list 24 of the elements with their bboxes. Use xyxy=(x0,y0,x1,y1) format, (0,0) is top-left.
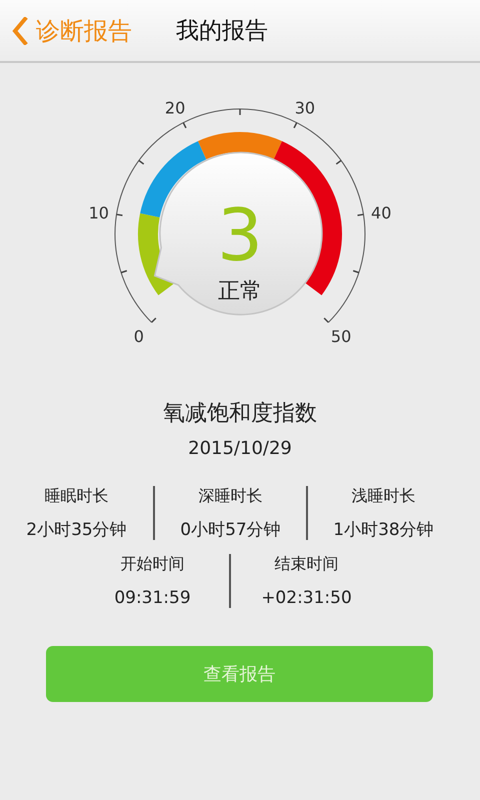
stat-value: 09:31:59 xyxy=(114,588,191,608)
gauge-status: 正常 xyxy=(218,279,262,304)
gauge-value: 3 xyxy=(217,193,263,277)
stat-label: 开始时间 xyxy=(120,554,184,574)
stat-value: +02:31:50 xyxy=(261,588,352,608)
stat-value: 1小时38分钟 xyxy=(333,520,434,540)
scale-label: 10 xyxy=(88,204,109,223)
page-title: 我的报告 xyxy=(176,17,268,46)
stat-value: 0小时57分钟 xyxy=(180,520,281,540)
scale-label: 20 xyxy=(164,98,186,118)
scale-label: 30 xyxy=(294,98,316,118)
report-date: 2015/10/29 xyxy=(187,438,293,459)
stat-label: 睡眠时长 xyxy=(44,486,108,506)
scale-label: 0 xyxy=(134,327,144,346)
stat-label: 浅睡时长 xyxy=(352,486,416,506)
back-chevron-icon xyxy=(12,16,28,44)
scale-label: 50 xyxy=(330,327,352,346)
view-report-button[interactable]: 查看报告 xyxy=(46,646,433,702)
metric-title: 氧减饱和度指数 xyxy=(162,400,318,428)
back-button[interactable]: 诊断报告 xyxy=(12,14,132,46)
scale-label: 40 xyxy=(371,204,392,223)
stat-label: 结束时间 xyxy=(274,554,338,574)
stat-value: 2小时35分钟 xyxy=(26,520,127,540)
stat-label: 深睡时长 xyxy=(198,486,262,506)
